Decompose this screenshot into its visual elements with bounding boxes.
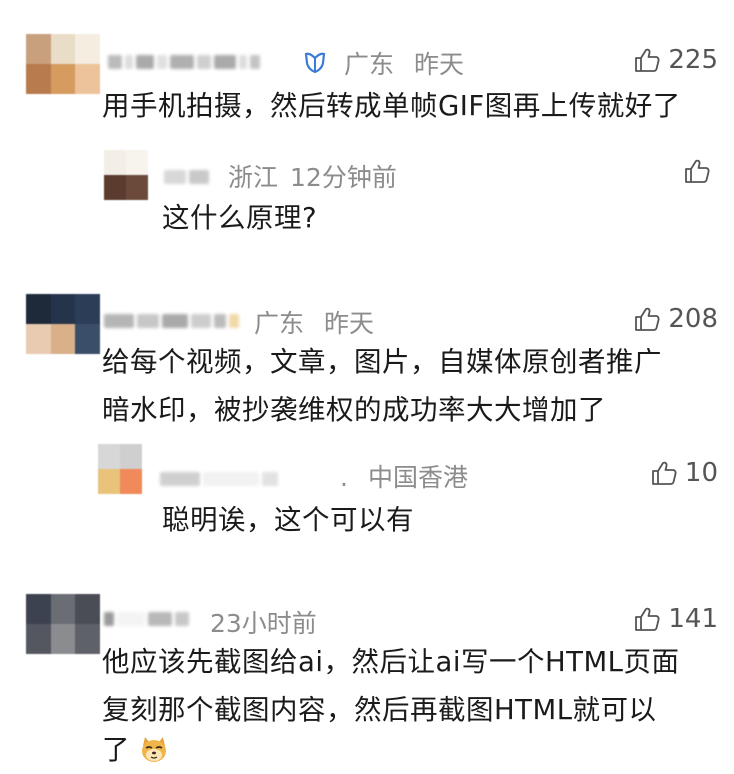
like-button[interactable]: 141: [634, 604, 718, 634]
like-count: 141: [668, 604, 718, 634]
reply-meta: 浙江 12分钟前: [228, 158, 397, 194]
thumbs-up-icon: [635, 607, 660, 631]
comment-text-line-1: 给每个视频，文章，图片，自媒体原创者推广: [102, 346, 662, 378]
reply-username-blurred[interactable]: [160, 466, 278, 492]
avatar[interactable]: [26, 294, 100, 354]
like-button[interactable]: 225: [634, 45, 718, 75]
reply-like-button[interactable]: [684, 158, 718, 184]
comment-text-line-3: 了: [102, 726, 169, 774]
comment-text-line-2: 暗水印，被抄袭维权的成功率大大增加了: [102, 394, 606, 426]
time-text: 23小时前: [210, 609, 317, 638]
time-text: 昨天: [414, 50, 465, 79]
reply-meta: . 中国香港: [340, 463, 469, 492]
comment-meta: 广东 昨天: [344, 45, 464, 81]
reply-username-blurred[interactable]: [164, 164, 209, 190]
location-text: 广东: [344, 50, 395, 79]
time-text: 昨天: [324, 309, 375, 338]
reply-text: 聪明诶，这个可以有: [162, 504, 414, 536]
comment-1: 广东 昨天 225 用手机拍摄，然后转成单帧GIF图再上传就好了 浙江 12分钟前 …: [0, 0, 734, 290]
comment-text-line-3-text: 了: [102, 734, 130, 766]
like-button[interactable]: 208: [634, 304, 718, 334]
reply-avatar[interactable]: [98, 444, 142, 494]
vip-badge-icon: [304, 52, 326, 74]
username-blurred[interactable]: [108, 49, 260, 75]
comment-meta: 广东 昨天: [254, 304, 374, 340]
avatar[interactable]: [26, 594, 100, 654]
thumbs-up-icon: [635, 307, 660, 331]
reply-location-text: 中国香港: [368, 463, 469, 492]
comment-3: 23小时前 141 他应该先截图给ai，然后让ai写一个HTML页面 复刻那个截…: [0, 590, 734, 774]
username-blurred[interactable]: [104, 606, 189, 632]
location-text: 广东: [254, 309, 305, 338]
doge-emoji-icon: [142, 737, 167, 762]
comment-meta: 23小时前: [210, 604, 317, 640]
like-count: 225: [668, 45, 718, 75]
reply-like-button[interactable]: 10: [651, 458, 718, 488]
thumbs-up-icon: [685, 159, 710, 183]
thumbs-up-icon: [652, 461, 677, 485]
comment-2: 广东 昨天 208 给每个视频，文章，图片，自媒体原创者推广 暗水印，被抄袭维权的…: [0, 290, 734, 590]
avatar[interactable]: [26, 34, 100, 94]
reply-like-count: 10: [684, 458, 718, 488]
reply-text: 这什么原理?: [162, 202, 318, 234]
like-count: 208: [668, 304, 718, 334]
comment-text-line-2: 复刻那个截图内容，然后再截图HTML就可以: [102, 694, 657, 726]
username-blurred[interactable]: [104, 308, 239, 334]
thumbs-up-icon: [635, 48, 660, 72]
comment-text: 用手机拍摄，然后转成单帧GIF图再上传就好了: [102, 90, 681, 122]
reply-time-text: 12分钟前: [290, 163, 397, 192]
reply-avatar[interactable]: [104, 150, 148, 200]
reply-location-text: 浙江: [228, 163, 279, 192]
comment-text-line-1: 他应该先截图给ai，然后让ai写一个HTML页面: [102, 646, 680, 678]
